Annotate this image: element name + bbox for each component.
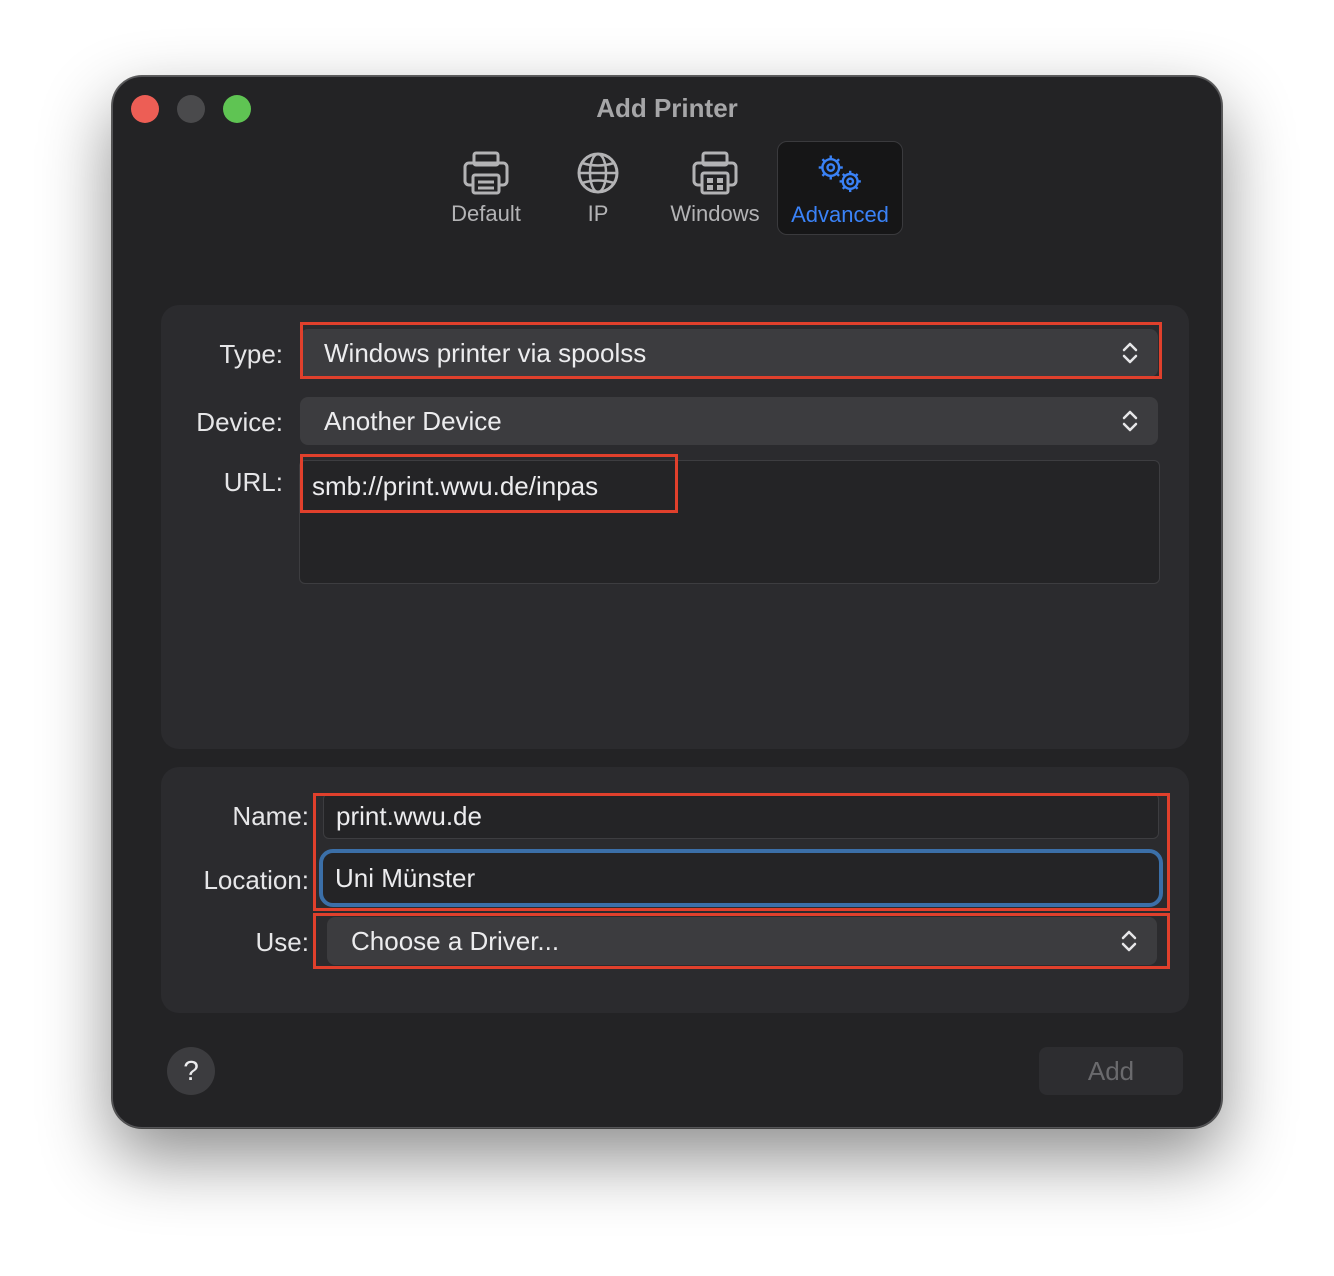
type-popup[interactable]: Windows printer via spoolss [300, 329, 1158, 377]
chevron-up-down-icon [1121, 930, 1137, 952]
location-field[interactable]: Uni Münster [319, 849, 1163, 907]
location-field-value: Uni Münster [335, 863, 476, 893]
type-popup-value: Windows printer via spoolss [324, 338, 647, 368]
tab-default-label: Default [451, 201, 521, 226]
device-label: Device: [196, 407, 283, 437]
window-title: Add Printer [596, 93, 738, 123]
globe-icon [577, 152, 619, 194]
add-button[interactable]: Add [1039, 1047, 1183, 1095]
driver-popup[interactable]: Choose a Driver... [327, 917, 1157, 965]
device-popup-value: Another Device [324, 406, 502, 436]
tab-ip-label: IP [587, 201, 609, 226]
name-field-value: print.wwu.de [336, 801, 482, 831]
gears-icon [818, 155, 861, 193]
location-label: Location: [203, 865, 309, 895]
add-printer-window: Add Printer Default IP Windows Advanced … [112, 76, 1222, 1128]
device-popup[interactable]: Another Device [300, 397, 1158, 445]
help-button[interactable]: ? [167, 1047, 215, 1095]
printer-icon [463, 151, 509, 195]
tab-advanced[interactable]: Advanced [777, 141, 903, 235]
url-field[interactable]: smb://print.wwu.de/inpas [299, 460, 1160, 584]
url-label: URL: [223, 467, 283, 497]
tab-windows-label: Windows [670, 201, 760, 226]
tab-default[interactable]: Default [433, 141, 539, 235]
tab-ip[interactable]: IP [545, 141, 651, 235]
name-label: Name: [232, 801, 309, 831]
chevron-up-down-icon [1122, 410, 1138, 432]
use-label: Use: [255, 927, 309, 957]
name-field[interactable]: print.wwu.de [323, 793, 1159, 839]
driver-popup-value: Choose a Driver... [351, 926, 560, 956]
tab-advanced-label: Advanced [791, 202, 889, 227]
chevron-up-down-icon [1122, 342, 1138, 364]
type-label: Type: [219, 339, 283, 369]
windows-printer-icon [692, 151, 738, 195]
url-field-value: smb://print.wwu.de/inpas [312, 471, 599, 501]
tab-windows[interactable]: Windows [657, 141, 773, 235]
